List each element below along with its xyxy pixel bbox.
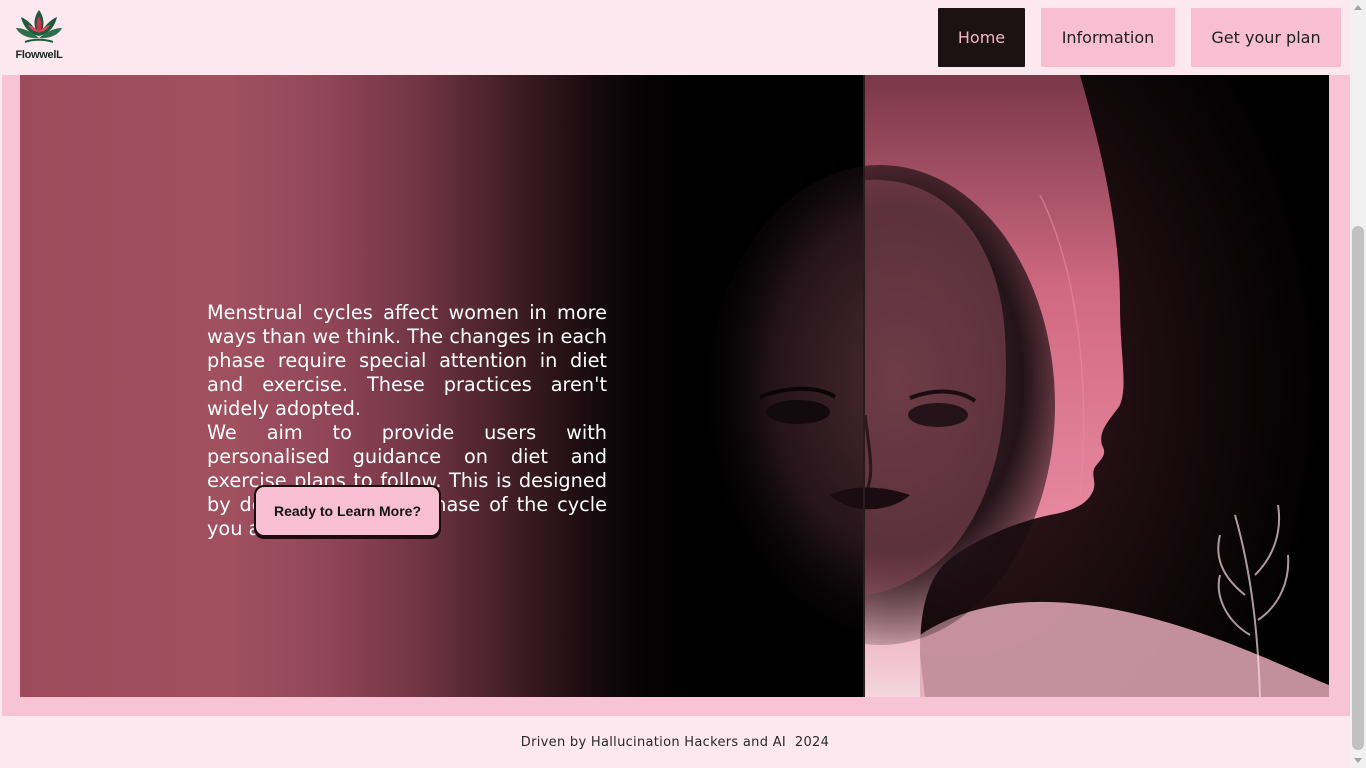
hero-section: Menstrual cycles affect women in more wa… bbox=[20, 75, 1329, 697]
nav-home-button[interactable]: Home bbox=[938, 8, 1025, 67]
brand-name: FlowwelL bbox=[15, 49, 63, 61]
brand-logo[interactable]: FlowwelL bbox=[14, 8, 64, 62]
footer: Driven by Hallucination Hackers and AI 2… bbox=[0, 716, 1350, 768]
top-navbar: FlowwelL Home Information Get your plan bbox=[0, 0, 1350, 75]
footer-text: Driven by Hallucination Hackers and AI 2… bbox=[520, 734, 830, 750]
nav-get-your-plan-button[interactable]: Get your plan bbox=[1191, 8, 1341, 67]
scroll-up-arrow-icon[interactable] bbox=[1354, 5, 1362, 10]
nav-information-button[interactable]: Information bbox=[1041, 8, 1175, 67]
learn-more-button[interactable]: Ready to Learn More? bbox=[254, 485, 441, 537]
scrollbar-thumb[interactable] bbox=[1352, 226, 1364, 750]
vertical-scrollbar[interactable] bbox=[1350, 0, 1366, 768]
lotus-logo-icon bbox=[16, 10, 62, 43]
hero-paragraph-1: Menstrual cycles affect women in more wa… bbox=[207, 301, 607, 420]
scroll-down-arrow-icon[interactable] bbox=[1354, 758, 1362, 763]
